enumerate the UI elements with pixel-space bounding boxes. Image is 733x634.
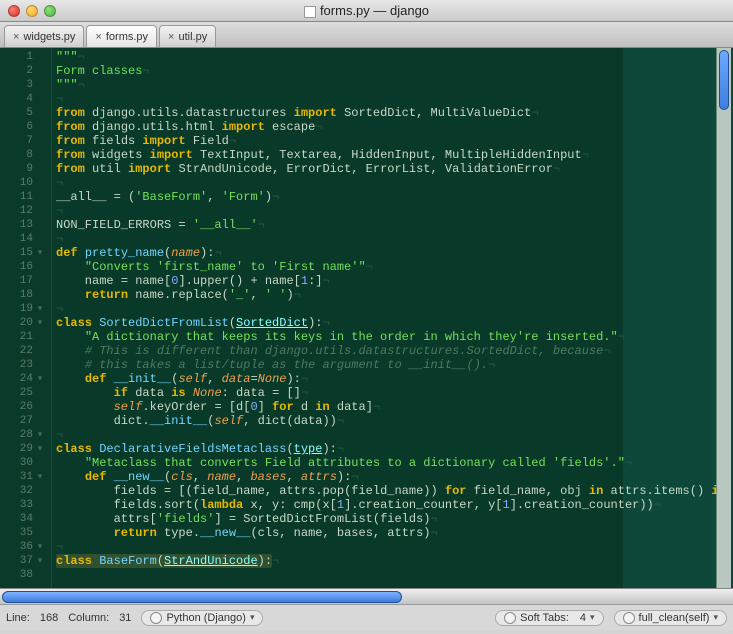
close-button[interactable] xyxy=(8,5,20,17)
close-icon[interactable]: × xyxy=(95,31,101,43)
tab-widgets-py[interactable]: ×widgets.py xyxy=(4,25,84,47)
softtabs-icon xyxy=(504,612,516,624)
chevron-down-icon: ▾ xyxy=(590,612,595,623)
close-icon[interactable]: × xyxy=(168,31,174,43)
window-controls xyxy=(8,5,56,17)
minimize-button[interactable] xyxy=(26,5,38,17)
line-label: Line: xyxy=(6,612,30,624)
gutter: 1234567891011121314151617181920212223242… xyxy=(0,48,52,588)
code-area[interactable]: """¬Form classes¬"""¬¬from django.utils.… xyxy=(52,48,733,588)
titlebar: forms.py — django xyxy=(0,0,733,22)
zoom-button[interactable] xyxy=(44,5,56,17)
column-label: Column: xyxy=(68,612,109,624)
softtabs-selector[interactable]: Soft Tabs: 4 ▾ xyxy=(495,610,603,626)
symbol-selector[interactable]: full_clean(self) ▾ xyxy=(614,610,727,626)
language-icon xyxy=(150,612,162,624)
window-title: forms.py — django xyxy=(0,3,733,18)
symbol-icon xyxy=(623,612,635,624)
tab-util-py[interactable]: ×util.py xyxy=(159,25,216,47)
editor[interactable]: 1234567891011121314151617181920212223242… xyxy=(0,48,733,588)
chevron-down-icon: ▾ xyxy=(713,612,718,623)
tab-bar: ×widgets.py×forms.py×util.py xyxy=(0,22,733,48)
tab-forms-py[interactable]: ×forms.py xyxy=(86,25,157,47)
horizontal-scrollbar[interactable] xyxy=(0,588,733,604)
column-value: 31 xyxy=(119,612,131,624)
line-value: 168 xyxy=(40,612,58,624)
language-selector[interactable]: Python (Django) ▾ xyxy=(141,610,263,626)
horizontal-scrollbar-thumb[interactable] xyxy=(2,591,402,603)
close-icon[interactable]: × xyxy=(13,31,19,43)
chevron-down-icon: ▾ xyxy=(250,612,255,623)
document-icon xyxy=(304,6,316,18)
status-bar: Line: 168 Column: 31 Python (Django) ▾ S… xyxy=(0,604,733,630)
